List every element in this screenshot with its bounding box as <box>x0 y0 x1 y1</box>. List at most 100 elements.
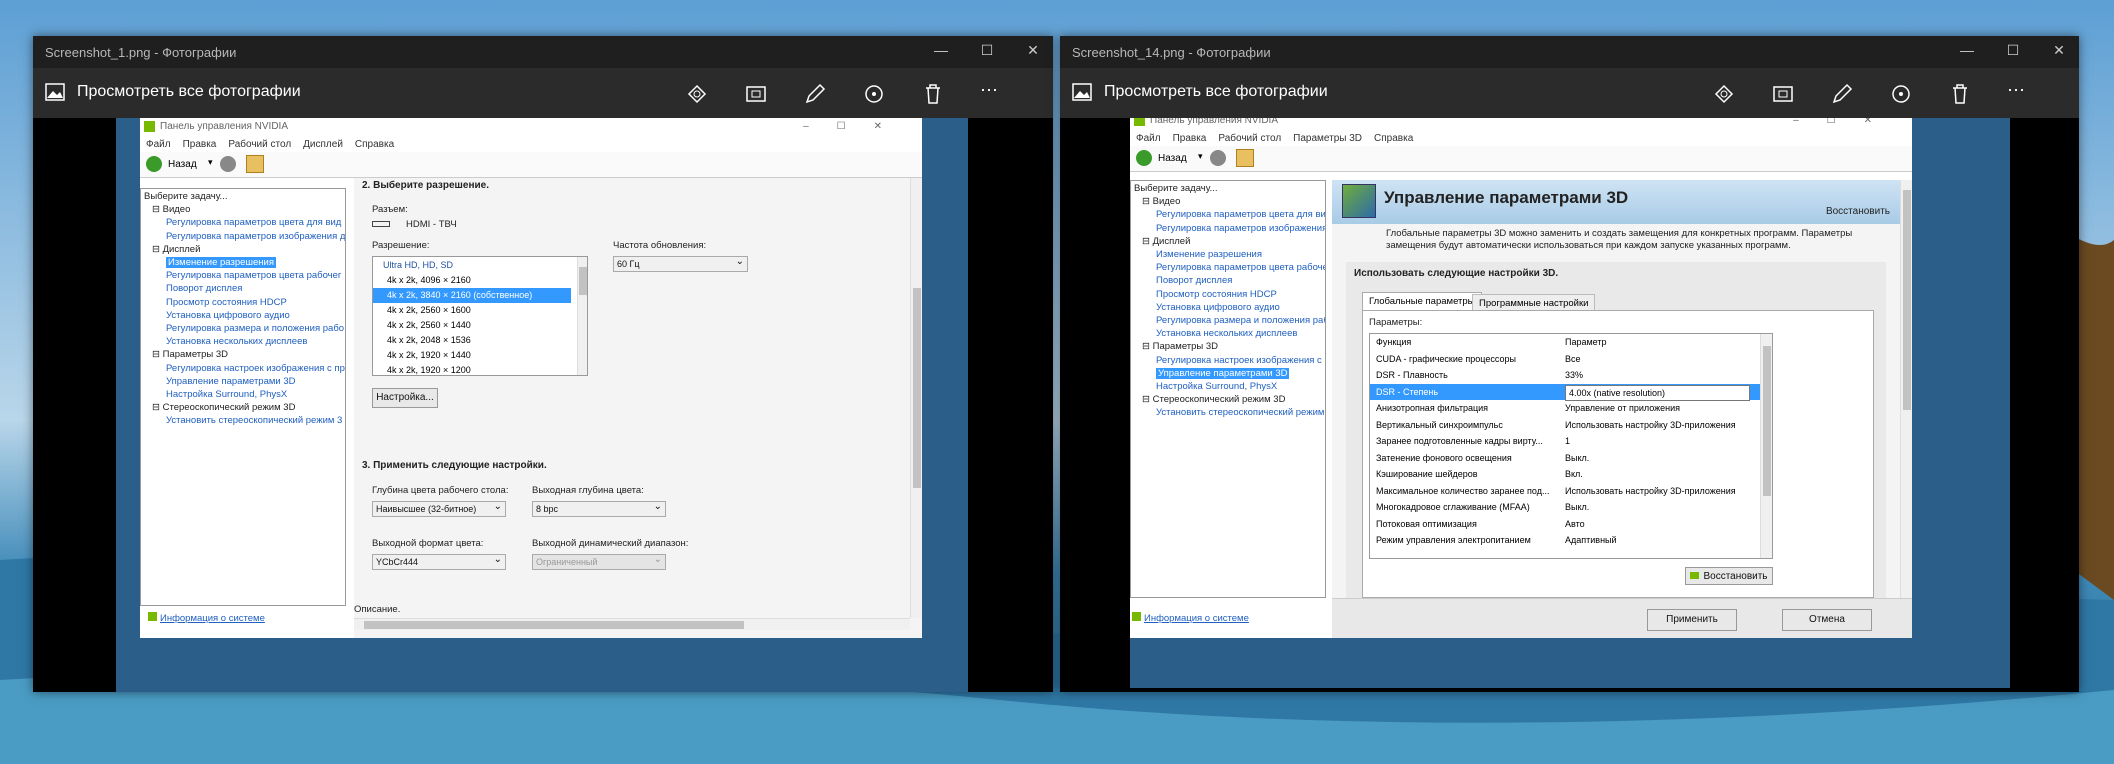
tree-item[interactable]: Регулировка размера и положения рабо <box>1134 314 1325 327</box>
menu-display[interactable]: Дисплей <box>303 139 343 150</box>
grid-row[interactable]: Кэширование шейдеров Вкл. <box>1370 466 1760 483</box>
forward-arrow-icon[interactable] <box>1210 150 1226 166</box>
menu-file[interactable]: Файл <box>146 139 171 150</box>
menu-help[interactable]: Справка <box>1374 133 1413 144</box>
menu-desktop[interactable]: Рабочий стол <box>1218 133 1281 144</box>
tree-item[interactable]: Регулировка параметров изображения д <box>1134 222 1325 235</box>
grid-row[interactable]: CUDA - графические процессоры Все <box>1370 351 1760 368</box>
system-info-link[interactable]: Информация о системе <box>1132 612 1249 624</box>
content-scrollbar[interactable] <box>910 178 922 618</box>
resolution-option[interactable]: 4k x 2k, 3840 × 2160 (собственное) <box>373 288 571 303</box>
minimize-button[interactable]: — <box>931 42 951 58</box>
grid-row[interactable]: Максимальное количество заранее под... Ис… <box>1370 483 1760 500</box>
back-button[interactable]: Назад <box>1158 153 1187 164</box>
content-scrollbar[interactable] <box>1900 180 1912 598</box>
tree-item[interactable]: Поворот дисплея <box>144 282 342 295</box>
tree-item[interactable]: Управление параметрами 3D <box>144 375 342 388</box>
edit-pencil-icon[interactable] <box>1830 82 1854 106</box>
tree-category[interactable]: ⊟ Параметры 3D <box>1134 340 1322 353</box>
tree-category[interactable]: ⊟ Параметры 3D <box>144 348 342 361</box>
back-arrow-icon[interactable] <box>146 156 162 172</box>
tree-item[interactable]: Регулировка параметров цвета для вид <box>144 216 342 229</box>
resolution-option[interactable]: 4k x 2k, 2560 × 1600 <box>373 303 587 318</box>
view-all-photos-link[interactable]: Просмотреть все фотографии <box>1104 83 1328 101</box>
tree-item[interactable]: Настройка Surround, PhysX <box>1134 380 1322 393</box>
maximize-button[interactable]: ☐ <box>977 42 997 59</box>
tree-item[interactable]: Настройка Surround, PhysX <box>144 388 342 401</box>
grid-row[interactable]: Анизотропная фильтрация Управление от при… <box>1370 400 1760 417</box>
output-format-select[interactable]: YCbCr444 <box>372 554 506 570</box>
customize-button[interactable]: Настройка... <box>372 388 438 408</box>
output-depth-select[interactable]: 8 bpc <box>532 501 666 517</box>
settings-grid[interactable]: Функция Параметр CUDA - графические проце… <box>1369 333 1773 559</box>
tree-category[interactable]: ⊟ Стереоскопический режим 3D <box>144 401 342 414</box>
resolution-option[interactable]: 4k x 2k, 2560 × 1440 <box>373 318 587 333</box>
menu-edit[interactable]: Правка <box>1173 133 1207 144</box>
rotate-icon[interactable] <box>1889 82 1913 106</box>
tree-item[interactable]: Регулировка параметров цвета рабочег <box>144 269 342 282</box>
resolution-option[interactable]: 4k x 2k, 4096 × 2160 <box>373 273 587 288</box>
tree-item[interactable]: Изменение разрешения <box>144 256 342 269</box>
slideshow-icon[interactable] <box>744 82 768 106</box>
tree-item[interactable]: Просмотр состояния HDCP <box>144 296 342 309</box>
tree-category[interactable]: ⊟ Видео <box>1134 195 1322 208</box>
resolution-scrollbar[interactable] <box>577 257 587 375</box>
tree-item[interactable]: Поворот дисплея <box>1134 274 1322 287</box>
tree-item[interactable]: Управление параметрами 3D <box>1134 367 1322 380</box>
grid-row[interactable]: DSR - Степень 4.00x (native resolution) <box>1370 383 1760 401</box>
system-info-link[interactable]: Информация о системе <box>148 612 265 624</box>
grid-row[interactable]: Режим управления электропитанием Адаптивн… <box>1370 532 1760 549</box>
view-all-photos-link[interactable]: Просмотреть все фотографии <box>77 83 301 101</box>
maximize-button[interactable]: ☐ <box>2003 42 2023 59</box>
grid-row[interactable]: DSR - Плавность 33% <box>1370 367 1760 384</box>
tree-category[interactable]: ⊟ Дисплей <box>144 243 342 256</box>
close-button[interactable]: ✕ <box>2049 42 2069 59</box>
tree-item[interactable]: Установка цифрового аудио <box>144 309 342 322</box>
back-button[interactable]: Назад <box>168 159 197 170</box>
tree-item[interactable]: Регулировка настроек изображения с пр <box>144 362 345 375</box>
desktop-depth-select[interactable]: Наивысшее (32-битное) <box>372 501 506 517</box>
tree-category[interactable]: ⊟ Видео <box>144 203 342 216</box>
grid-scrollbar[interactable] <box>1760 334 1772 558</box>
slideshow-icon[interactable] <box>1771 82 1795 106</box>
close-button[interactable]: ✕ <box>1023 42 1043 59</box>
tree-item[interactable]: Регулировка размера и положения рабо <box>144 322 344 335</box>
resolution-option[interactable]: 4k x 2k, 2048 × 1536 <box>373 333 587 348</box>
tree-item[interactable]: Изменение разрешения <box>1134 248 1322 261</box>
share-icon[interactable] <box>1712 82 1736 106</box>
grid-row[interactable]: Заранее подготовленные кадры вирту... 1 <box>1370 433 1760 450</box>
apply-button[interactable]: Применить <box>1647 609 1737 631</box>
menu-edit[interactable]: Правка <box>183 139 217 150</box>
tree-item[interactable]: Установка цифрового аудио <box>1134 301 1322 314</box>
back-arrow-icon[interactable] <box>1136 150 1152 166</box>
home-icon[interactable] <box>246 155 264 173</box>
resolution-option[interactable]: 4k x 2k, 1920 × 1440 <box>373 348 587 363</box>
tree-item[interactable]: Установить стереоскопический режим 3 <box>144 414 342 427</box>
delete-icon[interactable] <box>1948 82 1972 106</box>
tree-category[interactable]: ⊟ Стереоскопический режим 3D <box>1134 393 1322 406</box>
system-info-label[interactable]: Информация о системе <box>1144 613 1249 624</box>
home-icon[interactable] <box>1236 149 1254 167</box>
menu-file[interactable]: Файл <box>1136 133 1161 144</box>
tree-item[interactable]: Регулировка параметров изображения д <box>144 230 345 243</box>
refresh-rate-select[interactable]: 60 Гц <box>613 256 748 272</box>
tree-item[interactable]: Установка нескольких дисплеев <box>144 335 342 348</box>
more-icon[interactable]: ⋯ <box>2007 80 2025 101</box>
menu-desktop[interactable]: Рабочий стол <box>228 139 291 150</box>
resolution-option[interactable]: 4k x 2k, 1920 × 1200 <box>373 363 587 375</box>
menu-3d[interactable]: Параметры 3D <box>1293 133 1362 144</box>
tree-item[interactable]: Просмотр состояния HDCP <box>1134 288 1322 301</box>
forward-arrow-icon[interactable] <box>220 156 236 172</box>
tree-item[interactable]: Регулировка параметров цвета для вид <box>1134 208 1325 221</box>
menu-help[interactable]: Справка <box>355 139 394 150</box>
tree-item[interactable]: Установить стереоскопический режим 3 <box>1134 406 1325 419</box>
tree-item[interactable]: Регулировка настроек изображения с пр <box>1134 354 1325 367</box>
more-icon[interactable]: ⋯ <box>980 80 998 101</box>
minimize-button[interactable]: — <box>1957 42 1977 58</box>
grid-row[interactable]: Вертикальный синхроимпульс Использовать н… <box>1370 417 1760 434</box>
resolution-list[interactable]: Ultra HD, HD, SD 4k x 2k, 4096 × 2160 4k … <box>372 256 588 376</box>
restore-button[interactable]: Восстановить <box>1685 567 1773 585</box>
tab-global[interactable]: Глобальные параметры <box>1362 292 1482 310</box>
tree-item[interactable]: Установка нескольких дисплеев <box>1134 327 1322 340</box>
tree-item[interactable]: Регулировка параметров цвета рабочег <box>1134 261 1325 274</box>
